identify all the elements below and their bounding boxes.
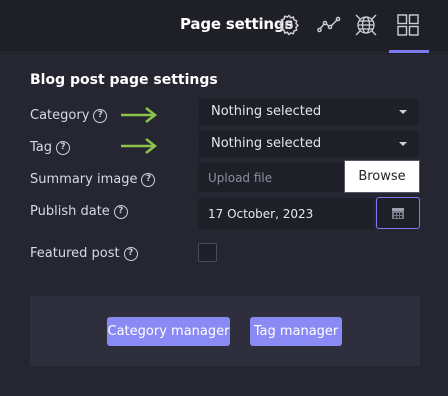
globe-icon[interactable] [354,13,378,37]
grid-icon[interactable] [396,13,420,37]
help-icon[interactable]: ? [56,140,71,155]
publish-date-input[interactable]: 17 October, 2023 [198,198,374,229]
arrow-icon [121,138,158,154]
featured-post-checkbox[interactable] [198,243,217,262]
help-icon[interactable]: ? [113,204,128,219]
calendar-button[interactable] [376,197,420,229]
help-icon[interactable]: ? [141,172,156,187]
chevron-down-icon [399,142,407,146]
category-select-value: Nothing selected [211,104,322,119]
tag-label-text: Tag [30,140,53,155]
active-tab-indicator [389,50,429,53]
line-chart-icon[interactable] [317,13,341,37]
publish-date-label-text: Publish date [30,204,110,219]
calendar-icon [392,208,404,219]
browse-button[interactable]: Browse [344,160,420,193]
help-icon[interactable]: ? [123,246,138,261]
publish-date-label: Publish date ? [30,204,128,219]
tag-select-value: Nothing selected [211,136,322,151]
featured-post-label-text: Featured post [30,246,120,261]
summary-image-label: Summary image ? [30,172,156,187]
top-bar: Page settings [0,0,448,53]
summary-image-label-text: Summary image [30,172,138,187]
tag-label: Tag ? [30,140,71,155]
category-select[interactable]: Nothing selected [198,98,420,126]
category-label: Category ? [30,108,108,123]
section-title: Blog post page settings [30,72,218,88]
upload-file-field[interactable]: Upload file [198,162,344,192]
tag-manager-button[interactable]: Tag manager [250,317,342,346]
arrow-icon [121,107,158,123]
featured-post-label: Featured post ? [30,246,138,261]
help-icon[interactable]: ? [93,108,108,123]
tag-select[interactable]: Nothing selected [198,130,420,158]
chevron-down-icon [399,110,407,114]
category-label-text: Category [30,108,90,123]
category-manager-button[interactable]: Category manager [107,317,230,346]
gear-icon[interactable] [277,13,301,37]
